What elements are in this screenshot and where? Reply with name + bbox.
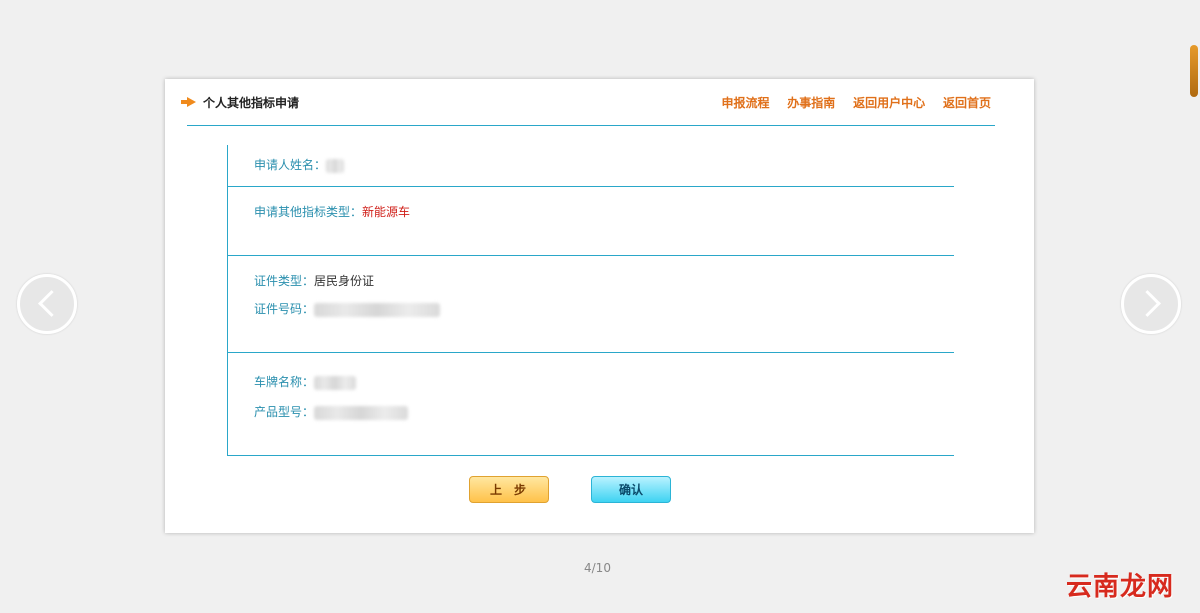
brand-label: 车牌名称： bbox=[254, 375, 315, 389]
model-label: 产品型号： bbox=[254, 405, 315, 419]
site-watermark: 云南龙网 bbox=[1066, 572, 1175, 602]
application-card: 个人其他指标申请 申报流程 办事指南 返回用户中心 返回首页 申请人姓名： 申请… bbox=[165, 79, 1034, 533]
applicant-value-redacted bbox=[326, 158, 345, 173]
id-number-value-redacted bbox=[314, 302, 441, 317]
header-links: 申报流程 办事指南 返回用户中心 返回首页 bbox=[707, 94, 991, 111]
link-home[interactable]: 返回首页 bbox=[943, 96, 991, 110]
indicator-value: 新能源车 bbox=[362, 205, 411, 219]
card-header: 个人其他指标申请 申报流程 办事指南 返回用户中心 返回首页 bbox=[181, 79, 995, 126]
applicant-label: 申请人姓名： bbox=[254, 158, 327, 172]
id-number-row: 证件号码： bbox=[254, 300, 441, 317]
previous-step-button[interactable]: 上步 bbox=[469, 476, 549, 503]
page-indicator: 4/10 bbox=[584, 561, 611, 575]
link-process[interactable]: 申报流程 bbox=[721, 96, 769, 110]
scrollbar-thumb[interactable] bbox=[1190, 45, 1198, 97]
brand-value-redacted bbox=[314, 375, 357, 390]
id-type-label: 证件类型： bbox=[254, 274, 315, 288]
link-guide[interactable]: 办事指南 bbox=[787, 96, 835, 110]
id-type-value: 居民身份证 bbox=[314, 274, 375, 288]
id-number-label: 证件号码： bbox=[254, 302, 315, 316]
brand-row: 车牌名称： bbox=[254, 373, 357, 390]
section-applicant: 申请人姓名： bbox=[228, 145, 954, 187]
section-vehicle: 车牌名称： 产品型号： bbox=[228, 353, 954, 455]
chevron-right-icon bbox=[1134, 290, 1161, 317]
indicator-row: 申请其他指标类型：新能源车 bbox=[254, 203, 410, 220]
next-slide-button[interactable] bbox=[1121, 274, 1181, 334]
section-id: 证件类型：居民身份证 证件号码： bbox=[228, 256, 954, 353]
model-value-redacted bbox=[314, 405, 409, 420]
section-indicator: 申请其他指标类型：新能源车 bbox=[228, 187, 954, 256]
arrow-right-icon bbox=[181, 97, 196, 107]
confirm-button[interactable]: 确认 bbox=[591, 476, 671, 503]
chevron-left-icon bbox=[38, 290, 65, 317]
indicator-label: 申请其他指标类型： bbox=[254, 205, 363, 219]
page-title: 个人其他指标申请 bbox=[203, 96, 300, 110]
applicant-row: 申请人姓名： bbox=[254, 156, 345, 173]
model-row: 产品型号： bbox=[254, 403, 409, 420]
application-form: 申请人姓名： 申请其他指标类型：新能源车 证件类型：居民身份证 证件号码： 车牌… bbox=[227, 145, 954, 456]
link-user-center[interactable]: 返回用户中心 bbox=[853, 96, 925, 110]
id-type-row: 证件类型：居民身份证 bbox=[254, 272, 374, 289]
prev-slide-button[interactable] bbox=[17, 274, 77, 334]
